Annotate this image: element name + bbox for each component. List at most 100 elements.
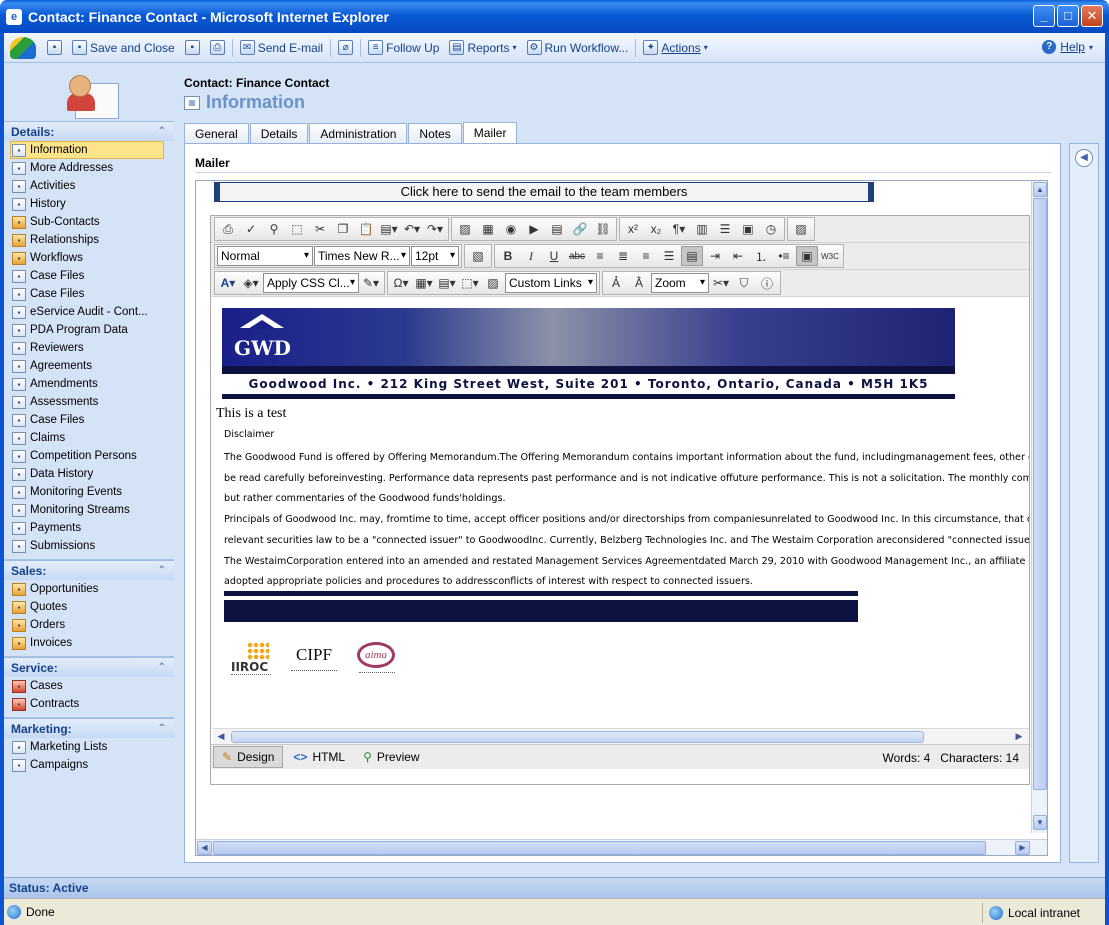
collapse-left-icon[interactable]: ◀ — [1075, 149, 1093, 167]
sidebar-item-case-files[interactable]: ▪ Case Files — [4, 411, 174, 429]
align-center-icon[interactable]: ≣ — [612, 246, 634, 266]
save-and-close-button[interactable]: ▪ Save and Close — [67, 37, 180, 59]
nav-header-service[interactable]: Service: ⌃ — [4, 657, 174, 677]
minimize-button[interactable]: _ — [1033, 5, 1055, 27]
sidebar-item-history[interactable]: ▪ History — [4, 195, 174, 213]
media-manager-icon[interactable]: ▶ — [523, 219, 545, 239]
sidebar-item-monitoring-events[interactable]: ▪ Monitoring Events — [4, 483, 174, 501]
sidebar-item-submissions[interactable]: ▪ Submissions — [4, 537, 174, 555]
scroll-right-icon[interactable]: ▶ — [1012, 730, 1026, 744]
font-size-select[interactable]: 12pt — [411, 246, 459, 266]
module-manager-icon[interactable]: ✂▾ — [710, 273, 732, 293]
css-class-select[interactable]: Apply CSS Cl... — [263, 273, 359, 293]
superscript-icon[interactable]: x² — [622, 219, 644, 239]
collapse-icon[interactable]: ⌃ — [158, 662, 166, 673]
attach-button[interactable]: ⌀ — [333, 37, 358, 59]
paste-options-icon[interactable]: ▤▾ — [378, 219, 400, 239]
undo-icon[interactable]: ↶▾ — [401, 219, 423, 239]
symbols-icon[interactable]: Ω▾ — [390, 273, 412, 293]
template-manager-icon[interactable]: ▤ — [546, 219, 568, 239]
sidebar-item-monitoring-streams[interactable]: ▪ Monitoring Streams — [4, 501, 174, 519]
follow-up-button[interactable]: ≡ Follow Up — [363, 37, 444, 59]
close-button[interactable]: ✕ — [1081, 5, 1103, 27]
tab-administration[interactable]: Administration — [309, 123, 408, 144]
sidebar-item-cases[interactable]: ▪ Cases — [4, 677, 174, 695]
send-email-to-team-button[interactable]: Click here to send the email to the team… — [214, 182, 874, 202]
editor-content[interactable]: GWD Goodwood Inc. • 212 King Street West… — [211, 298, 1029, 728]
sidebar-item-reviewers[interactable]: ▪ Reviewers — [4, 339, 174, 357]
shield-icon[interactable]: ⛉ — [733, 273, 755, 293]
paste-icon[interactable]: 📋 — [355, 219, 377, 239]
collapse-icon[interactable]: ⌃ — [158, 723, 166, 734]
underline-icon[interactable]: U — [543, 246, 565, 266]
help-menu[interactable]: ? Help ▾ — [1042, 40, 1093, 54]
collapse-icon[interactable]: ⌃ — [158, 126, 166, 137]
snippets-icon[interactable]: ▤▾ — [436, 273, 458, 293]
sidebar-item-relationships[interactable]: ▪ Relationships — [4, 231, 174, 249]
sidebar-item-orders[interactable]: ▪ Orders — [4, 616, 174, 634]
italic-icon[interactable]: I — [520, 246, 542, 266]
outdent-icon[interactable]: ⇤ — [727, 246, 749, 266]
sidebar-item-campaigns[interactable]: ▪ Campaigns — [4, 756, 174, 774]
align-left-icon[interactable]: ≡ — [589, 246, 611, 266]
scroll-left-icon[interactable]: ◀ — [214, 730, 228, 744]
sidebar-item-workflows[interactable]: ▪ Workflows — [4, 249, 174, 267]
scroll-down-icon[interactable]: ▼ — [1033, 815, 1047, 830]
sidebar-item-eservice-audit-cont[interactable]: ▪ eService Audit - Cont... — [4, 303, 174, 321]
maximize-button[interactable]: □ — [1057, 5, 1079, 27]
flash-manager-icon[interactable]: ◉ — [500, 219, 522, 239]
scroll-right-icon[interactable]: ▶ — [1015, 841, 1030, 855]
reports-menu[interactable]: ▤ Reports ▾ — [444, 37, 521, 59]
editor-horizontal-scrollbar[interactable]: ◀ ▶ — [213, 728, 1029, 744]
scroll-thumb[interactable] — [213, 841, 986, 855]
iframe-vertical-scrollbar[interactable]: ▲ ▼ — [1031, 181, 1047, 833]
custom-links-select[interactable]: Custom Links — [505, 273, 597, 293]
numbered-list-icon[interactable]: ⒈ — [750, 246, 772, 266]
cut-icon[interactable]: ✂ — [309, 219, 331, 239]
font-select[interactable]: Times New R... — [314, 246, 410, 266]
sidebar-item-competition-persons[interactable]: ▪ Competition Persons — [4, 447, 174, 465]
find-icon[interactable]: ⚲ — [263, 219, 285, 239]
paragraph-icon[interactable]: ¶▾ — [668, 219, 690, 239]
save-button[interactable]: ▪ — [42, 37, 67, 59]
image-map-icon[interactable]: ▨ — [482, 273, 504, 293]
run-workflow-button[interactable]: ⚙ Run Workflow... — [522, 37, 634, 59]
copy-icon[interactable]: ❐ — [332, 219, 354, 239]
highlight-color-icon[interactable]: ◈▾ — [240, 273, 262, 293]
send-email-button[interactable]: ✉ Send E-mail — [235, 37, 328, 59]
sidebar-item-sub-contacts[interactable]: ▪ Sub-Contacts — [4, 213, 174, 231]
convert-lower-icon[interactable]: Ả — [605, 273, 627, 293]
date-time-icon[interactable]: ◷ — [760, 219, 782, 239]
sidebar-item-case-files[interactable]: ▪ Case Files — [4, 267, 174, 285]
sidebar-item-invoices[interactable]: ▪ Invoices — [4, 634, 174, 652]
save-new-button[interactable]: ▪ — [180, 37, 205, 59]
format-stripper-icon[interactable]: ▧ — [467, 246, 489, 266]
bold-icon[interactable]: B — [497, 246, 519, 266]
image-manager-icon[interactable]: ▨ — [454, 219, 476, 239]
sidebar-item-opportunities[interactable]: ▪ Opportunities — [4, 580, 174, 598]
sidebar-item-contracts[interactable]: ▪ Contracts — [4, 695, 174, 713]
sidebar-item-activities[interactable]: ▪ Activities — [4, 177, 174, 195]
format-select[interactable]: Normal — [217, 246, 313, 266]
link-icon[interactable]: 🔗 — [569, 219, 591, 239]
iframe-horizontal-scrollbar[interactable]: ◀ ▶ — [196, 839, 1047, 855]
indent-icon[interactable]: ⇥ — [704, 246, 726, 266]
convert-upper-icon[interactable]: Ằ — [628, 273, 650, 293]
collapse-icon[interactable]: ⌃ — [158, 565, 166, 576]
insert-form-icon[interactable]: ⬚▾ — [459, 273, 481, 293]
sidebar-item-marketing-lists[interactable]: ▪ Marketing Lists — [4, 738, 174, 756]
font-color-icon[interactable]: A▾ — [217, 273, 239, 293]
justify-icon[interactable]: ☰ — [658, 246, 680, 266]
preview-mode-button[interactable]: ⚲ Preview — [355, 746, 427, 768]
print-button[interactable]: ⎙ — [205, 37, 230, 59]
tab-general[interactable]: General — [184, 123, 249, 144]
about-icon[interactable]: ▨ — [790, 219, 812, 239]
sidebar-item-information[interactable]: ▪ Information — [10, 141, 164, 159]
nav-header-marketing[interactable]: Marketing: ⌃ — [4, 718, 174, 738]
actions-menu[interactable]: ✦ Actions ▾ — [638, 37, 712, 59]
bulleted-list-icon[interactable]: •≡ — [773, 246, 795, 266]
horizontal-rule-icon[interactable]: ☰ — [714, 219, 736, 239]
table-icon[interactable]: ▦▾ — [413, 273, 435, 293]
sidebar-item-agreements[interactable]: ▪ Agreements — [4, 357, 174, 375]
justify-none-icon[interactable]: ▤ — [681, 246, 703, 266]
